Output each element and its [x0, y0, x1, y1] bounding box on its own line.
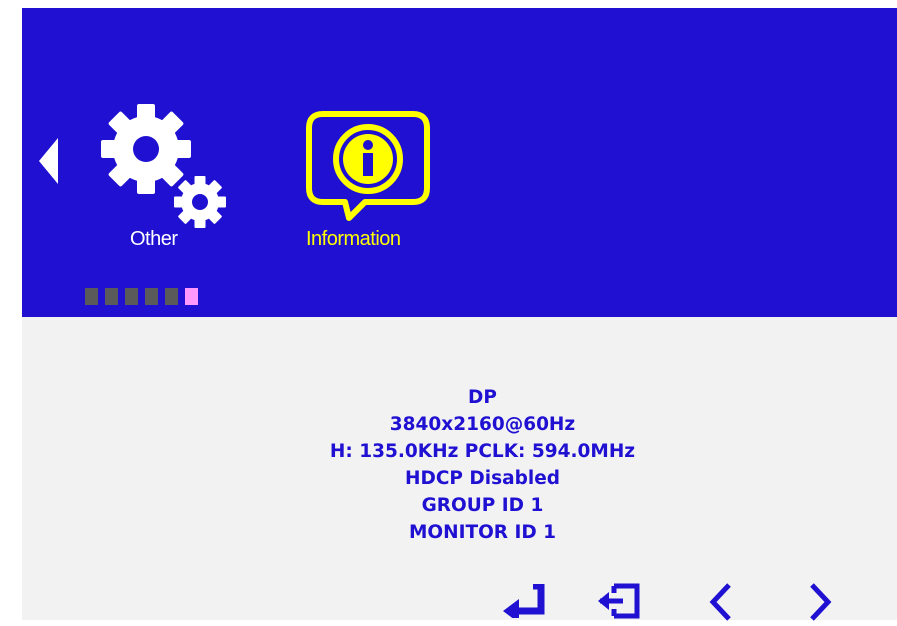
menu-label-information[interactable]: Information [306, 228, 401, 251]
menu-label-other[interactable]: Other [130, 228, 178, 251]
gear-icon[interactable] [96, 102, 236, 228]
page-dot [165, 288, 178, 305]
exit-icon[interactable] [596, 582, 642, 620]
osd-window: Other Information DP 3840x2160@60Hz H: 1… [22, 8, 897, 623]
monitor-id: MONITOR ID 1 [408, 522, 557, 543]
chevron-left-icon[interactable] [708, 582, 734, 622]
info-icon[interactable] [305, 110, 433, 222]
page-dot [145, 288, 158, 305]
page-dot-active [185, 288, 198, 305]
page-indicator [85, 288, 198, 305]
resolution: 3840x2160@60Hz [389, 414, 576, 435]
page-dot [105, 288, 118, 305]
menu-panel: Other Information [22, 8, 897, 317]
input-source: DP [468, 387, 497, 408]
chevron-right-icon[interactable] [807, 582, 833, 622]
info-panel: DP 3840x2160@60Hz H: 135.0KHz PCLK: 594.… [22, 317, 897, 623]
frequency: H: 135.0KHz PCLK: 594.0MHz [329, 441, 636, 462]
page-dot [85, 288, 98, 305]
triangle-left-icon[interactable] [39, 138, 58, 184]
group-id: GROUP ID 1 [421, 495, 544, 516]
enter-icon[interactable] [501, 582, 545, 623]
page-dot [125, 288, 138, 305]
hdcp-status: HDCP Disabled [405, 468, 560, 489]
signal-info: DP 3840x2160@60Hz H: 135.0KHz PCLK: 594.… [22, 384, 897, 546]
